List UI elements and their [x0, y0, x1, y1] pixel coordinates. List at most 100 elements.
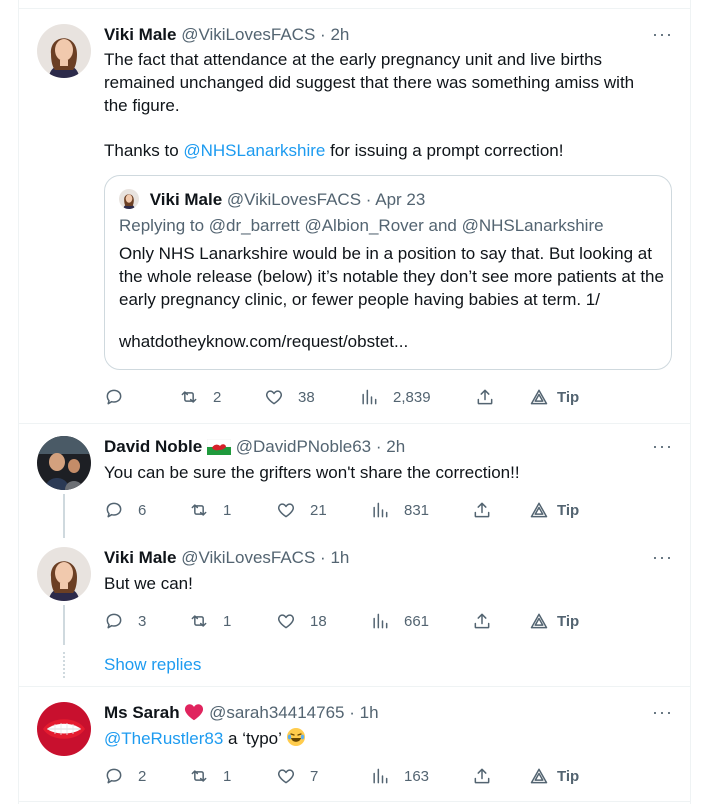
avatar[interactable]	[37, 702, 91, 756]
replying-to: Replying to @dr_barrett @Albion_Rover an…	[119, 216, 604, 235]
more-icon[interactable]: ···	[652, 436, 673, 457]
retweet-button[interactable]: 1	[189, 498, 231, 522]
share-icon	[474, 613, 490, 629]
retweet-icon	[191, 615, 207, 627]
views-icon	[373, 502, 388, 518]
like-count: 7	[310, 767, 319, 785]
author-name[interactable]: Ms Sarah	[104, 703, 180, 722]
avatar[interactable]	[37, 436, 91, 490]
timeline-right-border	[690, 0, 691, 804]
views-count: 831	[404, 501, 430, 519]
retweet-count: 1	[223, 767, 232, 785]
author-handle[interactable]: @VikiLovesFACS	[181, 548, 315, 567]
avatar[interactable]	[37, 24, 91, 78]
views-button[interactable]: 831	[370, 498, 429, 522]
mention-link[interactable]: @TheRustler83	[104, 729, 223, 748]
show-replies-link[interactable]: Show replies	[104, 655, 201, 675]
quoted-tweet-header: Viki Male @VikiLovesFACS · Apr 23	[119, 189, 425, 211]
like-icon	[277, 503, 295, 518]
tip-button[interactable]: Tip	[529, 385, 579, 409]
views-button[interactable]: 661	[370, 609, 429, 633]
more-icon[interactable]: ···	[652, 702, 673, 723]
share-icon	[474, 502, 490, 518]
tweet-header: David Noble @DavidPNoble63 · 2h	[104, 436, 405, 458]
views-count: 2,839	[393, 388, 431, 406]
reply-button[interactable]: 2	[104, 764, 146, 788]
divider	[18, 423, 690, 424]
more-icon[interactable]: ···	[652, 547, 673, 568]
views-icon	[373, 768, 388, 784]
more-icon[interactable]: ···	[652, 24, 673, 45]
timestamp[interactable]: 2h	[330, 25, 349, 44]
timestamp: Apr 23	[375, 190, 426, 209]
retweet-count: 1	[223, 501, 232, 519]
tweet-text: The fact that attendance at the early pr…	[104, 48, 634, 117]
quoted-tweet[interactable]: Viki Male @VikiLovesFACS · Apr 23 Replyi…	[104, 175, 672, 370]
author-handle[interactable]: @VikiLovesFACS	[181, 25, 315, 44]
wales-flag-icon	[206, 439, 231, 455]
tweet-header: Viki Male @VikiLovesFACS · 2h	[104, 24, 349, 46]
share-button[interactable]	[475, 385, 495, 409]
separator: ·	[320, 548, 326, 567]
author-handle[interactable]: @DavidPNoble63	[236, 437, 371, 456]
timestamp[interactable]: 1h	[330, 548, 349, 567]
reply-button[interactable]	[104, 385, 138, 409]
tweet-text-thanks: Thanks to @NHSLanarkshire for issuing a …	[104, 139, 563, 162]
tweet-text-line: the figure.	[104, 96, 180, 115]
author-name: Viki Male	[149, 190, 223, 209]
reply-button[interactable]: 6	[104, 498, 146, 522]
reply-icon	[106, 389, 122, 405]
reply-button[interactable]: 3	[104, 609, 146, 633]
avatar[interactable]	[37, 547, 91, 601]
author-handle: @VikiLovesFACS	[226, 190, 362, 209]
author-name[interactable]: Viki Male	[104, 25, 176, 44]
text-fragment: Thanks to	[104, 141, 184, 160]
like-button[interactable]: 7	[276, 764, 318, 788]
timestamp[interactable]: 2h	[386, 437, 405, 456]
retweet-icon	[191, 504, 207, 516]
retweet-button[interactable]: 1	[189, 609, 231, 633]
thread-connector	[63, 605, 65, 645]
reply-count: 2	[138, 767, 147, 785]
share-button[interactable]	[472, 764, 492, 788]
retweet-count: 1	[223, 612, 232, 630]
reply-count: 3	[138, 612, 147, 630]
like-button[interactable]: 38	[264, 385, 315, 409]
like-icon	[265, 390, 283, 405]
quoted-tweet-link[interactable]: whatdotheyknow.com/request/obstet...	[119, 332, 408, 352]
tip-icon	[530, 502, 548, 518]
share-button[interactable]	[472, 498, 492, 522]
views-button[interactable]: 163	[370, 764, 429, 788]
like-count: 18	[310, 612, 327, 630]
views-count: 163	[404, 767, 430, 785]
tip-button[interactable]: Tip	[529, 764, 579, 788]
text-fragment: for issuing a prompt correction!	[325, 141, 564, 160]
retweet-icon	[181, 391, 197, 403]
timeline-left-border	[18, 0, 19, 804]
tip-icon	[530, 389, 548, 405]
share-button[interactable]	[472, 609, 492, 633]
author-name[interactable]: Viki Male	[104, 548, 176, 567]
like-button[interactable]: 21	[276, 498, 327, 522]
author-handle[interactable]: @sarah34414765	[209, 703, 344, 722]
like-button[interactable]: 18	[276, 609, 327, 633]
tip-icon	[530, 768, 548, 784]
tweet-text-line: The fact that attendance at the early pr…	[104, 50, 603, 69]
like-icon	[277, 614, 295, 629]
tweet-actions: 2 1 7 163 Tip	[104, 764, 584, 788]
reply-icon	[106, 768, 122, 784]
tip-button[interactable]: Tip	[529, 498, 579, 522]
tip-button[interactable]: Tip	[529, 609, 579, 633]
laughing-emoji-icon	[287, 728, 306, 746]
mention-link[interactable]: @NHSLanarkshire	[183, 141, 325, 160]
divider	[18, 801, 690, 802]
author-name[interactable]: David Noble	[104, 437, 202, 456]
retweet-button[interactable]: 1	[189, 764, 231, 788]
timestamp[interactable]: 1h	[360, 703, 379, 722]
avatar	[119, 189, 139, 209]
retweet-icon	[191, 770, 207, 782]
retweet-button[interactable]: 2	[179, 385, 221, 409]
reply-icon	[106, 502, 122, 518]
retweet-count: 2	[213, 388, 222, 406]
views-button[interactable]: 2,839	[359, 385, 431, 409]
